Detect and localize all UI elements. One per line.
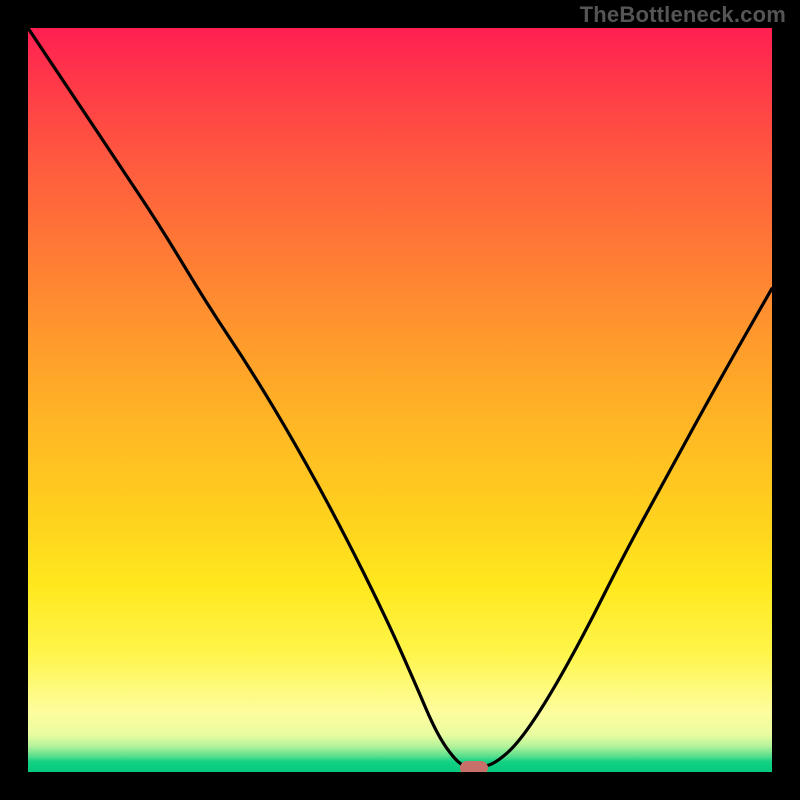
bottleneck-curve — [28, 28, 772, 772]
chart-frame: TheBottleneck.com — [0, 0, 800, 800]
plot-area — [28, 28, 772, 772]
optimal-marker — [460, 761, 488, 772]
watermark-text: TheBottleneck.com — [580, 2, 786, 28]
